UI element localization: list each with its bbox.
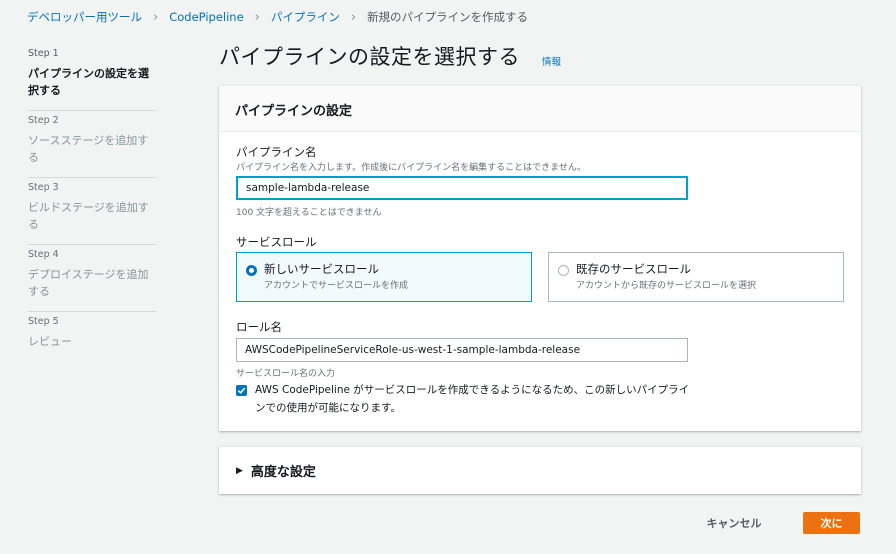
option-description: アカウントから既存のサービスロールを選択 (576, 281, 757, 291)
step-number: Step 1 (28, 48, 59, 59)
advanced-settings-expander[interactable]: ▶ 高度な設定 (219, 446, 861, 494)
pipeline-name-input[interactable]: sample-lambda-release (236, 176, 688, 200)
step-5: Step 5 レビュー (28, 312, 156, 379)
step-4: Step 4 デプロイステージを追加する (28, 245, 156, 312)
role-name-hint: サービスロール名の入力 (236, 369, 336, 379)
info-link[interactable]: 情報 (542, 54, 561, 68)
pipeline-name-description: パイプライン名を入力します。作成後にパイプライン名を編集することはできません。 (236, 163, 586, 173)
option-title: 新しいサービスロール (264, 262, 379, 276)
role-name-input[interactable]: AWSCodePipelineServiceRole-us-west-1-sam… (236, 338, 688, 362)
step-label: デプロイステージを追加する (28, 268, 149, 298)
existing-service-role-option[interactable]: 既存のサービスロール アカウントから既存のサービスロールを選択 (548, 252, 844, 302)
chevron-right-icon: › (350, 9, 357, 25)
step-1: Step 1 パイプラインの設定を選択する (28, 44, 156, 111)
pipeline-name-label: パイプライン名 (236, 145, 317, 159)
step-3: Step 3 ビルドステージを追加する (28, 178, 156, 245)
step-label: レビュー (28, 335, 72, 348)
pipeline-name-hint: 100 文字を超えることはできません (236, 208, 382, 218)
role-name-label: ロール名 (236, 320, 282, 334)
chevron-right-icon: › (254, 9, 260, 25)
panel-header: パイプラインの設定 (219, 86, 861, 132)
new-service-role-option[interactable]: 新しいサービスロール アカウントでサービスロールを作成 (236, 252, 532, 302)
breadcrumb-current: 新規のパイプラインを作成する (367, 10, 529, 24)
allow-role-checkbox[interactable] (236, 385, 247, 396)
next-button[interactable]: 次に (803, 512, 860, 534)
wizard-steps: Step 1 パイプラインの設定を選択する Step 2 ソースステージを追加す… (28, 44, 156, 379)
page-title: パイプラインの設定を選択する (219, 45, 520, 69)
step-label: パイプラインの設定を選択する (28, 67, 149, 97)
option-description: アカウントでサービスロールを作成 (264, 281, 409, 291)
checkbox-label: AWS CodePipeline がサービスロールを作成できるようになるため、こ… (255, 384, 690, 414)
breadcrumb: デベロッパー用ツール › CodePipeline › パイプライン › 新規の… (27, 9, 528, 25)
step-number: Step 3 (28, 182, 59, 193)
step-number: Step 5 (28, 316, 59, 327)
cancel-button[interactable]: キャンセル (695, 512, 773, 534)
breadcrumb-developer-tools[interactable]: デベロッパー用ツール (27, 9, 142, 25)
advanced-settings-label: 高度な設定 (250, 465, 316, 480)
breadcrumb-codepipeline[interactable]: CodePipeline (169, 10, 243, 24)
step-number: Step 2 (28, 115, 59, 126)
step-number: Step 4 (28, 249, 59, 260)
breadcrumb-pipelines[interactable]: パイプライン (271, 9, 340, 25)
radio-selected-icon[interactable] (246, 265, 257, 276)
service-role-label: サービスロール (236, 235, 317, 249)
caret-right-icon: ▶ (236, 465, 243, 476)
checkmark-icon (237, 387, 246, 394)
step-label: ソースステージを追加する (28, 134, 149, 164)
option-title: 既存のサービスロール (576, 262, 691, 276)
step-2: Step 2 ソースステージを追加する (28, 111, 156, 178)
pipeline-settings-panel: パイプラインの設定 パイプライン名 パイプライン名を入力します。作成後にパイプラ… (219, 85, 861, 431)
step-label: ビルドステージを追加する (28, 201, 149, 231)
radio-unselected-icon[interactable] (558, 265, 569, 276)
chevron-right-icon: › (153, 9, 159, 25)
